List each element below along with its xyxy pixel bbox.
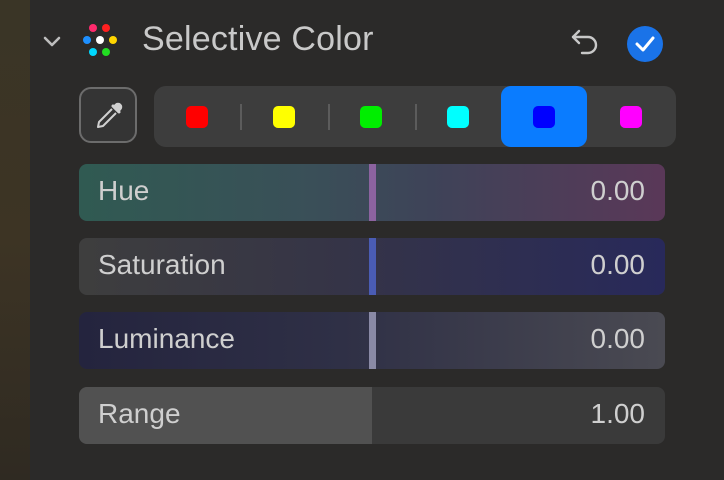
enabled-toggle[interactable] xyxy=(627,26,663,62)
slider-thumb[interactable] xyxy=(369,312,376,369)
swatch-chip xyxy=(186,106,208,128)
color-swatch-bar xyxy=(154,86,676,147)
swatch-magenta[interactable] xyxy=(588,86,674,147)
luminance-slider[interactable]: Luminance 0.00 xyxy=(79,312,665,369)
selective-color-panel: Selective Color Hue 0.00 Saturation 0.00… xyxy=(0,0,724,480)
eyedropper-icon xyxy=(97,102,123,128)
section-header: Selective Color xyxy=(36,18,676,64)
swatch-chip xyxy=(620,106,642,128)
slider-label: Hue xyxy=(98,175,150,206)
swatch-cyan[interactable] xyxy=(415,86,501,147)
slider-value: 0.00 xyxy=(590,323,646,354)
slider-label: Range xyxy=(98,398,181,429)
hue-slider[interactable]: Hue 0.00 xyxy=(79,164,665,221)
undo-arrow-icon[interactable] xyxy=(568,24,602,58)
swatch-chip xyxy=(360,106,382,128)
slider-thumb[interactable] xyxy=(369,164,376,221)
swatch-chip xyxy=(273,106,295,128)
chevron-down-icon[interactable] xyxy=(40,30,64,54)
swatch-green[interactable] xyxy=(328,86,414,147)
swatch-chip xyxy=(533,106,555,128)
section-title: Selective Color xyxy=(142,20,374,58)
checkmark-icon xyxy=(635,36,655,52)
range-slider[interactable]: Range 1.00 xyxy=(79,387,665,444)
swatch-yellow[interactable] xyxy=(241,86,327,147)
swatch-chip xyxy=(447,106,469,128)
saturation-slider[interactable]: Saturation 0.00 xyxy=(79,238,665,295)
slider-value: 1.00 xyxy=(590,398,646,429)
slider-value: 0.00 xyxy=(590,175,646,206)
swatch-red[interactable] xyxy=(154,86,240,147)
color-dots-icon xyxy=(83,24,117,56)
slider-label: Luminance xyxy=(98,323,235,354)
slider-value: 0.00 xyxy=(590,249,646,280)
swatch-blue[interactable] xyxy=(501,86,587,147)
slider-label: Saturation xyxy=(98,249,226,280)
slider-thumb[interactable] xyxy=(369,238,376,295)
eyedropper-button[interactable] xyxy=(79,87,137,143)
